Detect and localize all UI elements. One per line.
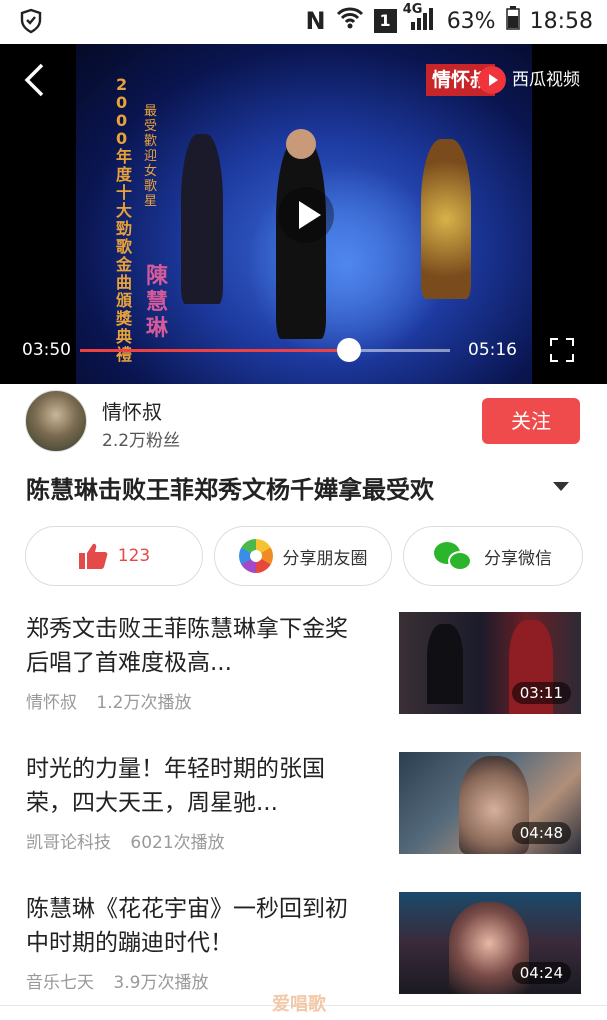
- share-moments-button[interactable]: 分享朋友圈: [214, 526, 392, 586]
- like-count: 123: [117, 546, 151, 566]
- fullscreen-icon[interactable]: [550, 338, 574, 362]
- rec-meta: 情怀叔 1.2万次播放: [26, 688, 205, 713]
- thumb-up-icon: [78, 542, 108, 570]
- rec-plays: 1.2万次播放: [96, 693, 192, 713]
- progress-bar[interactable]: [80, 338, 450, 362]
- rec-title[interactable]: 郑秀文击败王菲陈慧琳拿下金奖后唱了首难度极高...: [26, 612, 366, 680]
- video-title: 陈慧琳击败王菲郑秀文杨千嬅拿最受欢: [26, 476, 434, 504]
- video-thumbnail[interactable]: 03:11: [399, 612, 581, 714]
- video-thumbnail[interactable]: 04:48: [399, 752, 581, 854]
- moments-icon: [238, 539, 273, 573]
- platform-name: 西瓜视频: [512, 70, 580, 90]
- share-wechat-button[interactable]: 分享微信: [403, 526, 583, 586]
- author-row: 情怀叔 2.2万粉丝 关注: [0, 384, 607, 460]
- rec-plays: 6021次播放: [130, 833, 225, 853]
- xigua-logo-icon: [478, 66, 506, 94]
- battery-icon: [505, 6, 520, 36]
- duration-badge: 04:24: [511, 962, 571, 984]
- rec-author: 情怀叔: [26, 693, 77, 713]
- rec-title[interactable]: 时光的力量！年轻时期的张国荣，四大天王，周星驰...: [26, 752, 366, 820]
- watermark: 爱唱歌: [272, 994, 326, 1015]
- rec-author: 凯哥论科技: [26, 833, 111, 853]
- progress-knob[interactable]: [336, 338, 361, 362]
- share-wechat-label: 分享微信: [484, 548, 552, 569]
- duration-badge: 03:11: [511, 682, 571, 704]
- rec-author: 音乐七天: [26, 973, 94, 993]
- clock: 18:58: [529, 8, 593, 34]
- follow-button[interactable]: 关注: [482, 398, 580, 444]
- action-bar: 123 分享朋友圈 分享微信: [25, 526, 583, 586]
- progress-fill: [80, 349, 349, 352]
- network-type: 4G: [402, 2, 423, 17]
- list-item[interactable]: 郑秀文击败王菲陈慧琳拿下金奖后唱了首难度极高... 情怀叔 1.2万次播放 03…: [0, 612, 607, 732]
- shield-icon: [20, 8, 42, 38]
- avatar[interactable]: [25, 390, 87, 452]
- video-thumbnail[interactable]: 04:24: [399, 892, 581, 994]
- chevron-down-icon[interactable]: [553, 482, 569, 491]
- overlay-title: 2000年度十大勁歌金曲頒獎典禮: [116, 75, 133, 364]
- battery-percent: 63%: [446, 8, 496, 34]
- rec-plays: 3.9万次播放: [113, 973, 209, 993]
- wifi-icon: [336, 7, 364, 35]
- network-letter: N: [305, 7, 326, 35]
- back-icon[interactable]: [22, 62, 62, 102]
- wechat-icon: [434, 540, 474, 572]
- rec-title[interactable]: 陈慧琳《花花宇宙》一秒回到初中时期的蹦迪时代！: [26, 892, 366, 960]
- list-item[interactable]: 时光的力量！年轻时期的张国荣，四大天王，周星驰... 凯哥论科技 6021次播放…: [0, 752, 607, 872]
- status-bar: N 1 4G 63% 18:58: [0, 0, 607, 44]
- share-moments-label: 分享朋友圈: [282, 548, 368, 569]
- overlay-name: 陳慧琳: [146, 264, 169, 341]
- sim-indicator: 1: [373, 9, 397, 33]
- rec-meta: 音乐七天 3.9万次播放: [26, 968, 222, 993]
- overlay-subtitle: 最受歡迎女歌星: [144, 104, 158, 209]
- like-button[interactable]: 123: [25, 526, 203, 586]
- author-name[interactable]: 情怀叔: [102, 396, 162, 425]
- author-fans: 2.2万粉丝: [102, 431, 181, 451]
- duration-badge: 04:48: [511, 822, 571, 844]
- current-time: 03:50: [22, 340, 71, 360]
- video-player[interactable]: 2000年度十大勁歌金曲頒獎典禮 最受歡迎女歌星 陳慧琳 情怀叔 西瓜视频 03…: [0, 44, 607, 384]
- signal-icon: 4G: [403, 2, 437, 36]
- play-icon[interactable]: [278, 187, 334, 243]
- rec-meta: 凯哥论科技 6021次播放: [26, 828, 239, 853]
- total-time: 05:16: [468, 340, 517, 360]
